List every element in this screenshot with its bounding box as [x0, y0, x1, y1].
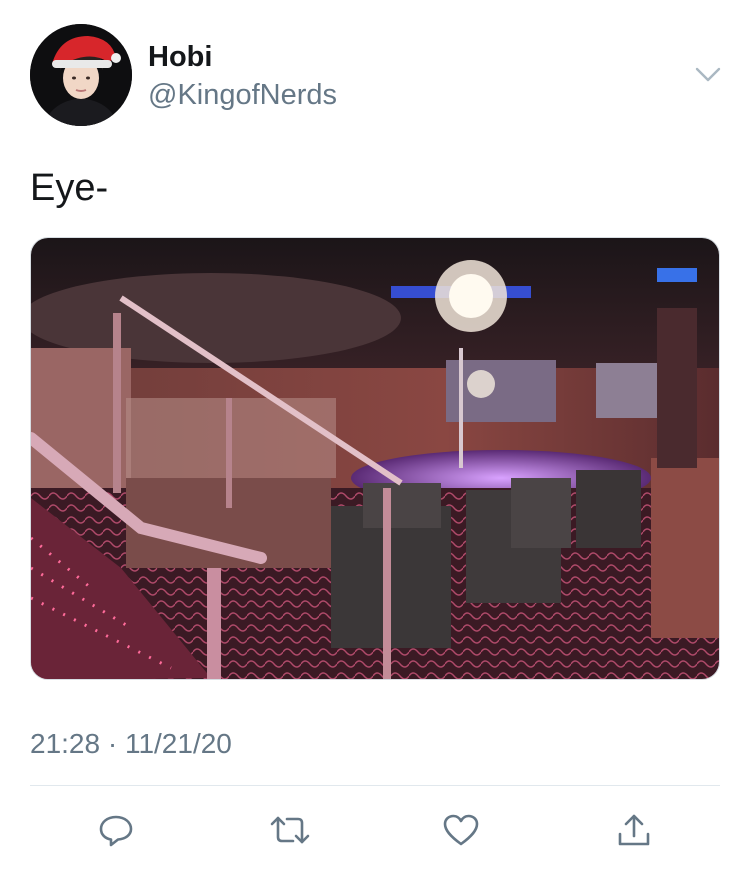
- share-button[interactable]: [612, 808, 656, 852]
- tweet-timestamp[interactable]: 21:28 · 11/21/20: [30, 727, 232, 761]
- reply-button[interactable]: [94, 808, 138, 852]
- retweet-button[interactable]: [268, 808, 312, 852]
- share-icon: [618, 814, 650, 846]
- chevron-down-icon[interactable]: [693, 62, 723, 86]
- tweet-action-bar: [0, 800, 750, 860]
- like-button[interactable]: [439, 808, 483, 852]
- tweet-detail: Hobi @KingofNerds Eye- 21:28 · 11/21/20: [0, 0, 750, 873]
- tweet-media-image[interactable]: [30, 237, 720, 680]
- divider: [30, 785, 720, 786]
- tweet-text: Eye-: [30, 167, 109, 209]
- avatar[interactable]: [30, 24, 132, 126]
- avatar-image: [30, 24, 132, 126]
- reply-icon: [99, 815, 133, 847]
- heart-icon: [443, 814, 479, 846]
- user-handle[interactable]: @KingofNerds: [148, 78, 337, 112]
- retweet-icon: [270, 816, 310, 844]
- display-name[interactable]: Hobi: [148, 40, 212, 74]
- nightclub-photo: [31, 238, 719, 679]
